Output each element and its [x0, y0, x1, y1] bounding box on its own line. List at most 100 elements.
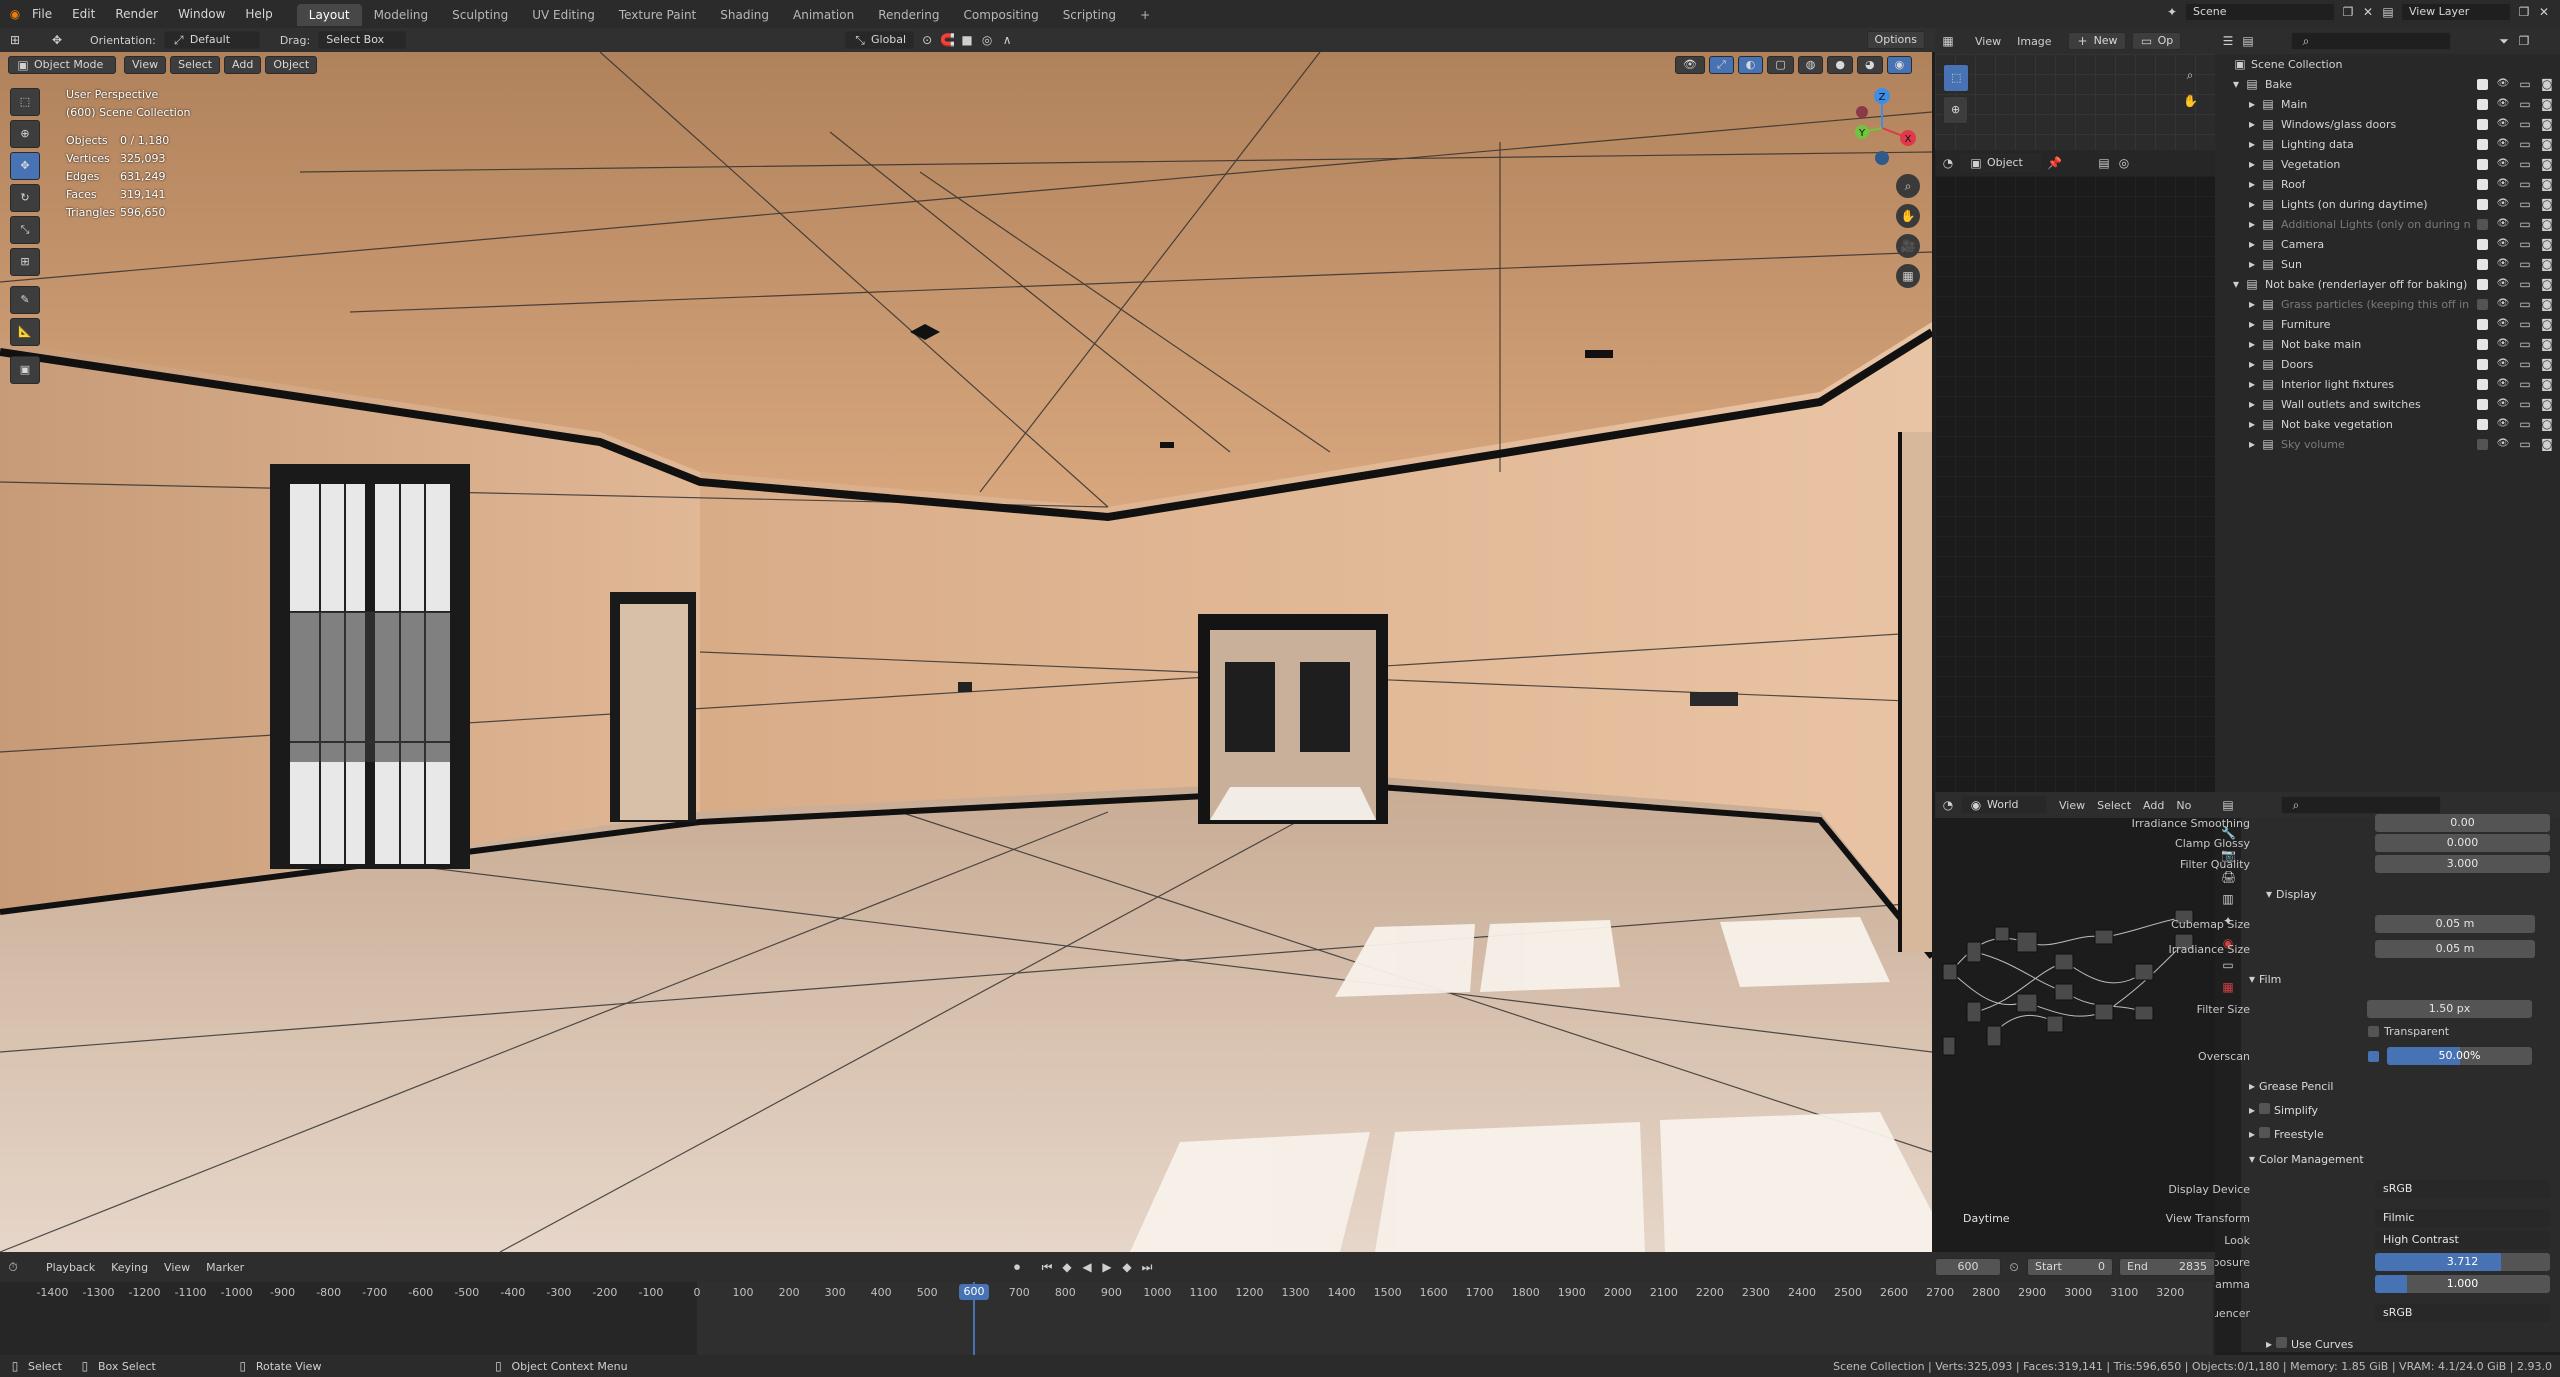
- jump-end-icon[interactable]: ⏭: [1140, 1260, 1154, 1274]
- outliner-item[interactable]: ▸ ▤ Grass particles (keeping this off in 👁 ▭…: [2215, 294, 2560, 314]
- monitor-icon[interactable]: ▭: [2518, 177, 2532, 191]
- exclude-checkbox[interactable]: [2477, 198, 2488, 210]
- exclude-checkbox[interactable]: [2477, 178, 2488, 190]
- monitor-icon[interactable]: ▭: [2518, 377, 2532, 391]
- chevron-right-icon[interactable]: ▸: [2245, 397, 2259, 411]
- render-camera-icon[interactable]: ◙: [2540, 317, 2554, 331]
- exclude-checkbox[interactable]: [2477, 438, 2488, 450]
- eye-icon[interactable]: 👁: [2496, 97, 2510, 111]
- outliner-item[interactable]: ▸ ▤ Camera 👁 ▭ ◙: [2215, 234, 2560, 254]
- preview-range-icon[interactable]: ⏲: [2007, 1260, 2021, 1274]
- transform-tool-icon[interactable]: ⊞: [10, 248, 40, 276]
- outliner-item[interactable]: ▸ ▤ Furniture 👁 ▭ ◙: [2215, 314, 2560, 334]
- viewport-menu-view[interactable]: View: [124, 56, 167, 74]
- image-zoom-icon[interactable]: ⌕: [2183, 68, 2197, 82]
- new-image-button[interactable]: + New: [2067, 32, 2126, 50]
- mode-dropdown[interactable]: ▣ Object Mode: [8, 56, 116, 74]
- image-cursor-tool-icon[interactable]: ⊕: [1943, 96, 1969, 124]
- view-layer-tab-icon[interactable]: ▥: [2221, 892, 2235, 906]
- new-view-layer-icon[interactable]: ❐: [2517, 5, 2531, 19]
- render-camera-icon[interactable]: ◙: [2540, 337, 2554, 351]
- orientation-dropdown[interactable]: ⤢ Default: [163, 31, 260, 49]
- tab-compositing[interactable]: Compositing: [951, 4, 1050, 26]
- eye-icon[interactable]: 👁: [2496, 317, 2510, 331]
- outliner-item[interactable]: ▸ ▤ Interior light fixtures 👁 ▭ ◙: [2215, 374, 2560, 394]
- freestyle-section[interactable]: ▸ Freestyle: [2245, 1124, 2324, 1146]
- monitor-icon[interactable]: ▭: [2518, 317, 2532, 331]
- outliner-item[interactable]: ▸ ▤ Windows/glass doors 👁 ▭ ◙: [2215, 114, 2560, 134]
- eye-icon[interactable]: 👁: [2496, 237, 2510, 251]
- render-camera-icon[interactable]: ◙: [2540, 437, 2554, 451]
- timeline-menu-keying[interactable]: Keying: [111, 1261, 148, 1274]
- exclude-checkbox[interactable]: [2477, 158, 2488, 170]
- overscan-field[interactable]: 50.00%: [2387, 1047, 2532, 1065]
- node-menu-view[interactable]: View: [2059, 799, 2085, 812]
- texture-tab-icon[interactable]: ▦: [2221, 980, 2235, 994]
- eye-icon[interactable]: 👁: [2496, 257, 2510, 271]
- eye-icon[interactable]: 👁: [2496, 117, 2510, 131]
- chevron-right-icon[interactable]: ▸: [2245, 157, 2259, 171]
- cursor-tool-icon[interactable]: ⊕: [10, 120, 40, 148]
- proportional-edit-icon[interactable]: ◎: [980, 33, 994, 47]
- exclude-checkbox[interactable]: [2477, 278, 2488, 290]
- monitor-icon[interactable]: ▭: [2518, 417, 2532, 431]
- eye-icon[interactable]: 👁: [2496, 217, 2510, 231]
- drag-dropdown[interactable]: Select Box: [318, 31, 407, 49]
- monitor-icon[interactable]: ▭: [2518, 197, 2532, 211]
- falloff-icon[interactable]: ∧: [1000, 33, 1014, 47]
- zoom-icon[interactable]: ⌕: [1896, 174, 1920, 198]
- exclude-checkbox[interactable]: [2477, 358, 2488, 370]
- outliner[interactable]: ☰ ▤ ⌕ ⏷ ❐ ▣ Scene Collection ▾ ▤ Bake 👁 ▭ ◙ ▸ ▤…: [2215, 28, 2560, 792]
- play-reverse-icon[interactable]: ◀: [1080, 1260, 1094, 1274]
- pan-hand-icon[interactable]: ✋: [1896, 204, 1920, 228]
- chevron-right-icon[interactable]: ▸: [2245, 377, 2259, 391]
- ortho-grid-icon[interactable]: ▦: [1896, 264, 1920, 288]
- proportional-icon[interactable]: ◎: [2117, 156, 2131, 170]
- transparent-checkbox[interactable]: [2368, 1025, 2379, 1037]
- sequencer-dropdown[interactable]: sRGB: [2375, 1304, 2550, 1322]
- snap-target-icon[interactable]: ■: [960, 33, 974, 47]
- image-menu-image[interactable]: Image: [2017, 35, 2051, 48]
- monitor-icon[interactable]: ▭: [2518, 397, 2532, 411]
- render-camera-icon[interactable]: ◙: [2540, 177, 2554, 191]
- prop-field[interactable]: 0.00: [2375, 814, 2550, 832]
- render-camera-icon[interactable]: ◙: [2540, 197, 2554, 211]
- rotate-tool-icon[interactable]: ↻: [10, 184, 40, 212]
- use-curves-section[interactable]: ▸ Use Curves: [2262, 1334, 2353, 1356]
- render-camera-icon[interactable]: ◙: [2540, 297, 2554, 311]
- irradiance-size-field[interactable]: 0.05 m: [2375, 940, 2535, 958]
- outliner-item[interactable]: ▾ ▤ Bake 👁 ▭ ◙: [2215, 74, 2560, 94]
- filter-icon[interactable]: ⏷: [2497, 34, 2511, 48]
- render-camera-icon[interactable]: ◙: [2540, 417, 2554, 431]
- outliner-item[interactable]: ▸ ▤ Additional Lights (only on during ni 👁 ▭…: [2215, 214, 2560, 234]
- scene-field[interactable]: Scene: [2185, 3, 2335, 21]
- monitor-icon[interactable]: ▭: [2518, 277, 2532, 291]
- blender-logo-icon[interactable]: ◉: [8, 7, 22, 21]
- render-camera-icon[interactable]: ◙: [2540, 137, 2554, 151]
- move-tool-icon[interactable]: ✥: [50, 33, 64, 47]
- eye-icon[interactable]: 👁: [2496, 177, 2510, 191]
- outliner-search[interactable]: ⌕: [2291, 32, 2451, 50]
- render-camera-icon[interactable]: ◙: [2540, 257, 2554, 271]
- add-workspace-icon[interactable]: +: [1128, 4, 1162, 26]
- tab-uv-editing[interactable]: UV Editing: [520, 4, 607, 26]
- display-device-dropdown[interactable]: sRGB: [2375, 1180, 2550, 1198]
- eye-icon[interactable]: 👁: [2496, 157, 2510, 171]
- chevron-right-icon[interactable]: ▸: [2245, 297, 2259, 311]
- chevron-right-icon[interactable]: ▸: [2245, 317, 2259, 331]
- eye-icon[interactable]: 👁: [2496, 417, 2510, 431]
- options-dropdown[interactable]: Options: [1866, 31, 1925, 49]
- editor-type-icon[interactable]: ▤: [2221, 798, 2235, 812]
- tab-animation[interactable]: Animation: [781, 4, 866, 26]
- simplify-section[interactable]: ▸ Simplify: [2245, 1100, 2318, 1122]
- chevron-down-icon[interactable]: ▾: [2229, 77, 2243, 91]
- overscan-checkbox[interactable]: [2368, 1050, 2379, 1062]
- monitor-icon[interactable]: ▭: [2518, 77, 2532, 91]
- chevron-right-icon[interactable]: ▸: [2245, 217, 2259, 231]
- eye-icon[interactable]: 👁: [2496, 357, 2510, 371]
- open-image-button[interactable]: ▭ Op: [2131, 32, 2182, 50]
- render-camera-icon[interactable]: ◙: [2540, 117, 2554, 131]
- viewport-menu-add[interactable]: Add: [224, 56, 262, 74]
- overlay-toggle-icon[interactable]: ◐: [1737, 56, 1764, 74]
- timeline-menu-marker[interactable]: Marker: [206, 1261, 244, 1274]
